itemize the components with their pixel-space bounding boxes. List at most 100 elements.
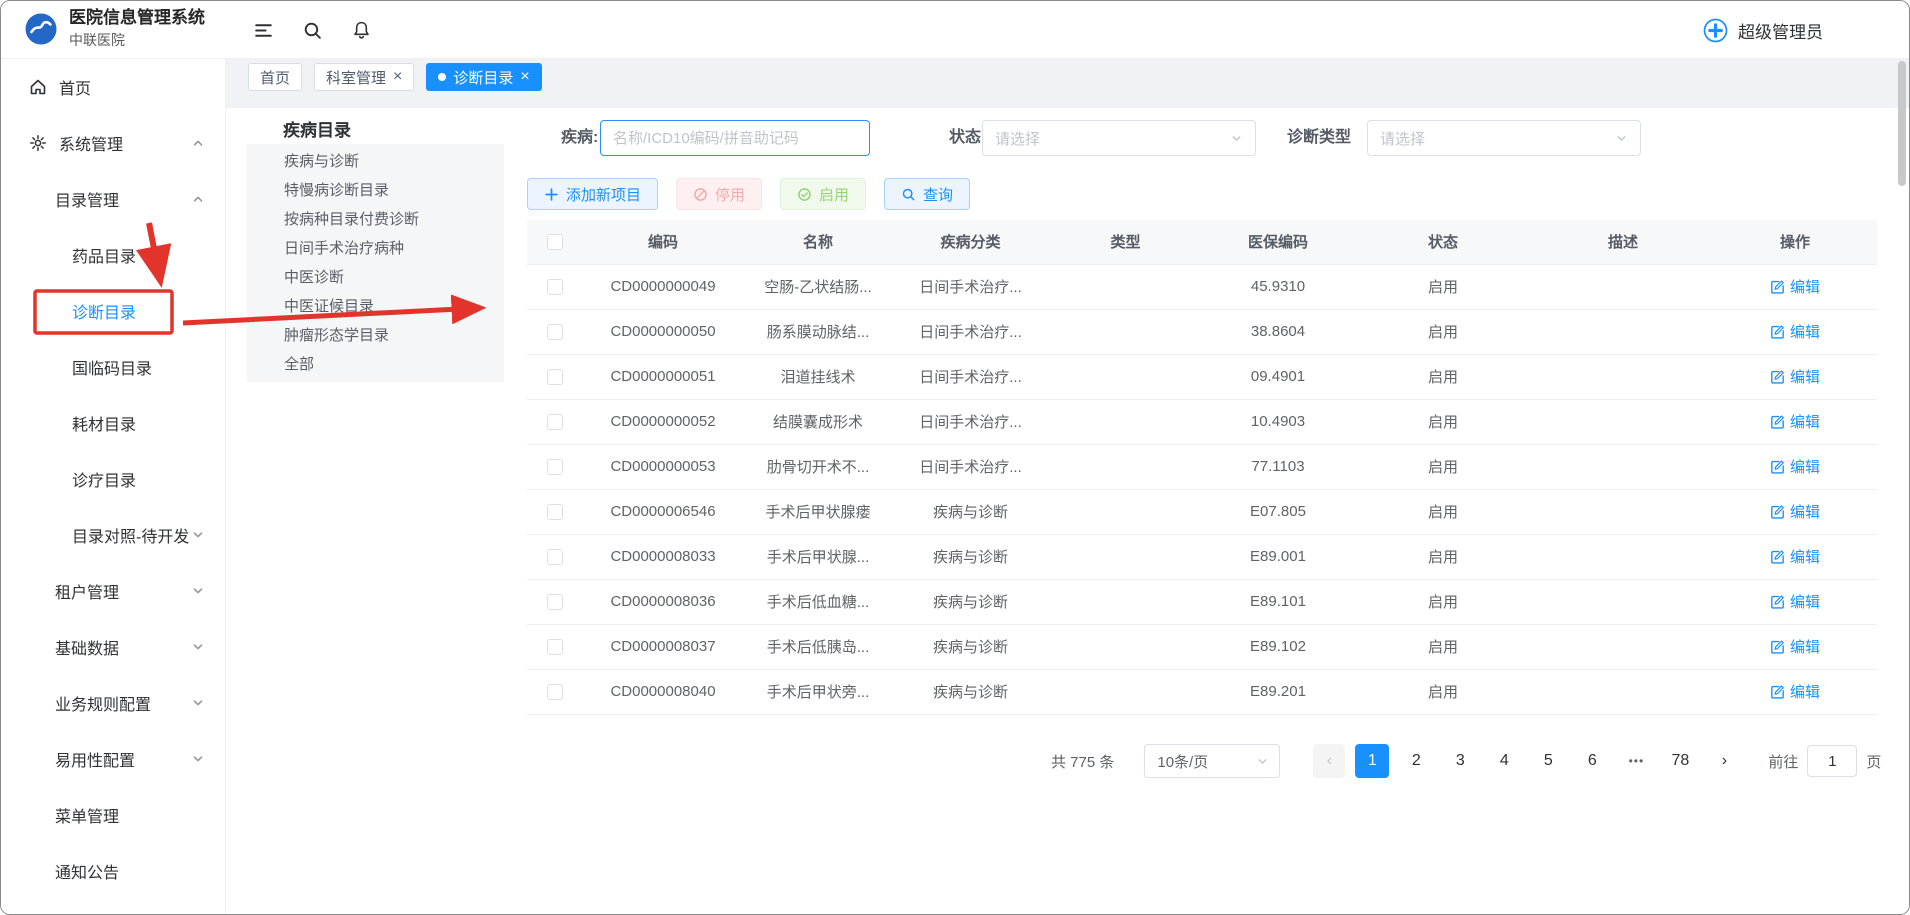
edit-icon — [1770, 324, 1785, 339]
tree-item[interactable]: 按病种目录付费诊断 — [247, 205, 504, 234]
status-select-placeholder: 请选择 — [995, 128, 1040, 149]
disease-search-input[interactable] — [600, 120, 870, 156]
collapse-menu-icon[interactable] — [253, 20, 274, 41]
tab-bar: 首页 科室管理 × 诊断目录 × — [248, 63, 542, 91]
sidebar: 首页 系统管理 目录管理 药品目录 诊断目录 国临码目录 — [1, 59, 226, 914]
row-checkbox[interactable] — [547, 549, 563, 565]
cell-name: 肋骨切开术不... — [743, 444, 893, 489]
page-size-select[interactable]: 10条/页 — [1144, 744, 1280, 778]
page-button-5[interactable]: 5 — [1531, 744, 1565, 778]
cell-status: 启用 — [1353, 669, 1533, 714]
search-icon[interactable] — [302, 20, 323, 41]
row-checkbox[interactable] — [547, 684, 563, 700]
sidebar-item-label: 药品目录 — [72, 243, 136, 267]
page-button-1[interactable]: 1 — [1355, 744, 1389, 778]
page-button-2[interactable]: 2 — [1399, 744, 1433, 778]
cell-type — [1048, 489, 1203, 534]
page-button-4[interactable]: 4 — [1487, 744, 1521, 778]
tree-item-label: 肿瘤形态学目录 — [284, 327, 389, 344]
select-all-checkbox[interactable] — [547, 234, 563, 250]
row-checkbox[interactable] — [547, 369, 563, 385]
disable-button[interactable]: 停用 — [676, 178, 762, 210]
tree-item[interactable]: 疾病与诊断 — [247, 147, 504, 176]
medical-cross-icon — [1702, 17, 1729, 44]
row-checkbox[interactable] — [547, 279, 563, 295]
add-item-button[interactable]: 添加新项目 — [527, 178, 658, 210]
edit-button[interactable]: 编辑 — [1770, 366, 1820, 387]
cell-name: 空肠-乙状结肠... — [743, 264, 893, 309]
row-checkbox[interactable] — [547, 414, 563, 430]
cell-insurance-code: 45.9310 — [1203, 264, 1353, 309]
goto-page-input[interactable] — [1807, 745, 1857, 777]
next-page-button[interactable]: › — [1707, 744, 1741, 778]
row-checkbox[interactable] — [547, 594, 563, 610]
tree-item[interactable]: 特慢病诊断目录 — [247, 176, 504, 205]
edit-button[interactable]: 编辑 — [1770, 546, 1820, 567]
sidebar-item-national-code-catalog[interactable]: 国临码目录 — [1, 339, 225, 395]
edit-button[interactable]: 编辑 — [1770, 321, 1820, 342]
row-checkbox[interactable] — [547, 504, 563, 520]
sidebar-item-menu-management[interactable]: 菜单管理 — [1, 787, 225, 843]
cell-insurance-code: E89.101 — [1203, 579, 1353, 624]
sidebar-item-catalog-compare[interactable]: 目录对照-待开发 — [1, 507, 225, 563]
edit-button[interactable]: 编辑 — [1770, 591, 1820, 612]
row-checkbox[interactable] — [547, 459, 563, 475]
edit-button[interactable]: 编辑 — [1770, 276, 1820, 297]
sidebar-item-usability-config[interactable]: 易用性配置 — [1, 731, 225, 787]
status-filter-label: 状态 — [949, 120, 981, 156]
cell-name: 手术后低胰岛... — [743, 624, 893, 669]
tree-item[interactable]: 中医证候目录 — [247, 292, 504, 321]
sidebar-item-system-management[interactable]: 系统管理 — [1, 115, 225, 171]
sidebar-item-drug-catalog[interactable]: 药品目录 — [1, 227, 225, 283]
tree-item[interactable]: 全部 — [247, 350, 504, 379]
enable-button[interactable]: 启用 — [780, 178, 866, 210]
pagination-ellipsis[interactable]: ••• — [1619, 744, 1653, 778]
cell-description — [1533, 264, 1713, 309]
sidebar-item-label: 诊疗目录 — [72, 467, 136, 491]
tree-item[interactable]: 日间手术治疗病种 — [247, 234, 504, 263]
sidebar-item-tenant-management[interactable]: 租户管理 — [1, 563, 225, 619]
sidebar-item-notice[interactable]: 通知公告 — [1, 843, 225, 899]
user-menu[interactable]: 超级管理员 — [1702, 1, 1823, 59]
sidebar-item-label: 国临码目录 — [72, 355, 152, 379]
sidebar-item-catalog-management[interactable]: 目录管理 — [1, 171, 225, 227]
status-select[interactable]: 请选择 — [982, 120, 1256, 156]
cell-insurance-code: 77.1103 — [1203, 444, 1353, 489]
edit-button-label: 编辑 — [1790, 321, 1820, 342]
tab-diagnosis-catalog[interactable]: 诊断目录 × — [426, 63, 541, 91]
edit-button[interactable]: 编辑 — [1770, 411, 1820, 432]
chevron-down-icon — [1256, 755, 1269, 768]
tab-department-management[interactable]: 科室管理 × — [314, 63, 414, 91]
page-button-3[interactable]: 3 — [1443, 744, 1477, 778]
prev-page-button[interactable]: ‹ — [1313, 744, 1345, 778]
close-icon[interactable]: × — [520, 69, 529, 85]
edit-button[interactable]: 编辑 — [1770, 456, 1820, 477]
page-button-78[interactable]: 78 — [1663, 744, 1697, 778]
tree-item[interactable]: 中医诊断 — [247, 263, 504, 292]
table-header-row: 编码 名称 疾病分类 类型 医保编码 状态 描述 操作 — [527, 220, 1877, 264]
row-checkbox[interactable] — [547, 324, 563, 340]
cell-code: CD0000000053 — [583, 444, 743, 489]
page-button-6[interactable]: 6 — [1575, 744, 1609, 778]
sidebar-item-business-rules[interactable]: 业务规则配置 — [1, 675, 225, 731]
close-icon[interactable]: × — [393, 69, 402, 85]
sidebar-item-diagnosis-catalog[interactable]: 诊断目录 — [1, 283, 225, 339]
diagnosis-type-select[interactable]: 请选择 — [1367, 120, 1641, 156]
edit-button[interactable]: 编辑 — [1770, 681, 1820, 702]
edit-button[interactable]: 编辑 — [1770, 501, 1820, 522]
edit-button-label: 编辑 — [1790, 591, 1820, 612]
goto-suffix: 页 — [1866, 751, 1881, 772]
tab-home[interactable]: 首页 — [248, 63, 302, 91]
table-row: CD0000008036 手术后低血糖... 疾病与诊断 E89.101 启用 — [527, 579, 1877, 624]
bell-icon[interactable] — [351, 20, 372, 41]
sidebar-item-home[interactable]: 首页 — [1, 59, 225, 115]
tree-item[interactable]: 肿瘤形态学目录 — [247, 321, 504, 350]
table-row: CD0000006546 手术后甲状腺瘘 疾病与诊断 E07.805 启用 — [527, 489, 1877, 534]
query-button[interactable]: 查询 — [884, 178, 970, 210]
sidebar-item-basic-data[interactable]: 基础数据 — [1, 619, 225, 675]
sidebar-item-treatment-catalog[interactable]: 诊疗目录 — [1, 451, 225, 507]
edit-button[interactable]: 编辑 — [1770, 636, 1820, 657]
sidebar-item-consumable-catalog[interactable]: 耗材目录 — [1, 395, 225, 451]
row-checkbox[interactable] — [547, 639, 563, 655]
vertical-scrollbar[interactable] — [1898, 61, 1906, 186]
